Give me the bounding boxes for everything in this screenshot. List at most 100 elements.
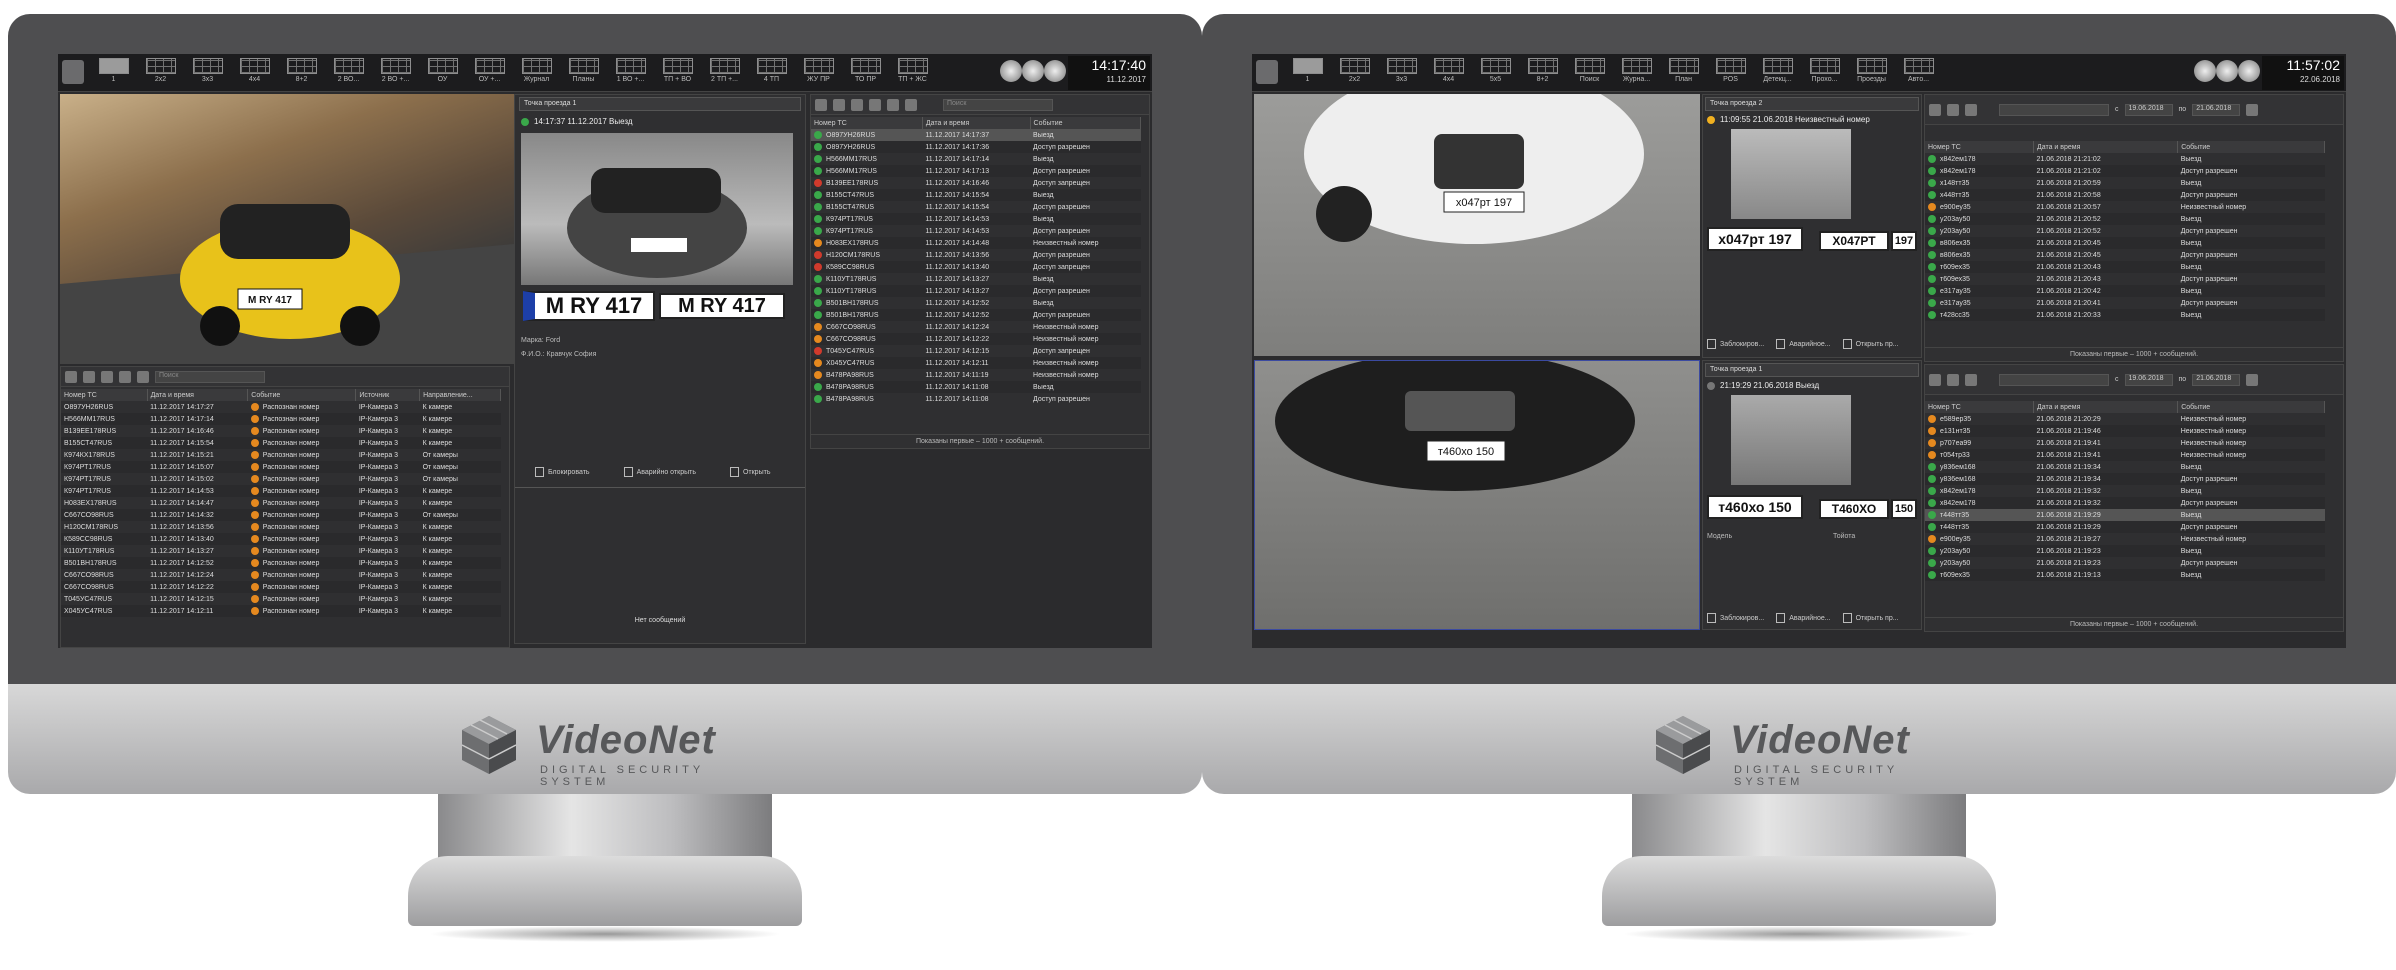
export-icon[interactable] — [887, 98, 899, 111]
layout-button[interactable]: Журнал — [515, 58, 558, 88]
table-row[interactable]: В501ВН178RUS 11.12.2017 14:12:52 Доступ ра… — [811, 309, 1141, 321]
table-row[interactable]: х842ем178 21.06.2018 21:19:32 Доступ разре… — [1925, 497, 2325, 509]
column-header[interactable]: Номер ТС — [1925, 401, 2034, 413]
table-row[interactable]: О897УН26RUS 11.12.2017 14:17:37 Выезд — [811, 129, 1141, 141]
settings-icon[interactable] — [905, 98, 917, 111]
footer-count[interactable]: 1000 — [2136, 351, 2152, 358]
block-button[interactable]: Заблокиров... — [1707, 339, 1764, 349]
back-icon[interactable] — [101, 370, 113, 383]
table-row[interactable]: х148тт35 21.06.2018 21:20:59 Выезд — [1925, 177, 2325, 189]
network-icon[interactable] — [1022, 60, 1044, 82]
emergency-open-button[interactable]: Аварийное... — [1776, 613, 1831, 623]
table-row[interactable]: у203ау50 21.06.2018 21:19:23 Доступ разреш… — [1925, 557, 2325, 569]
forward-icon[interactable] — [1947, 103, 1959, 116]
layout-button[interactable]: 4 ТП — [750, 58, 793, 88]
table-row[interactable]: х842ем178 21.06.2018 21:21:02 Доступ разре… — [1925, 165, 2325, 177]
layout-button[interactable]: 5x5 — [1474, 58, 1517, 88]
table-row[interactable]: т609ех35 21.06.2018 21:19:13 Выезд — [1925, 569, 2325, 581]
camera-view[interactable]: M RY 417 — [60, 94, 514, 364]
table-row[interactable]: В501ВН178RUS 11.12.2017 14:12:52 Распознан… — [61, 557, 501, 569]
search-input[interactable]: Поиск — [943, 98, 1053, 111]
app-logo-icon[interactable] — [62, 60, 84, 84]
filter-icon[interactable] — [65, 370, 77, 383]
table-row[interactable]: у203ау50 21.06.2018 21:20:52 Выезд — [1925, 213, 2325, 225]
layout-button[interactable]: ЖУ ПР — [797, 58, 840, 88]
table-row[interactable]: К974РТ17RUS 11.12.2017 14:14:53 Выезд — [811, 213, 1141, 225]
table-row[interactable]: Н566ММ17RUS 11.12.2017 14:17:14 Распознан … — [61, 413, 501, 425]
table-row[interactable]: х842ем178 21.06.2018 21:21:02 Выезд — [1925, 153, 2325, 165]
table-row[interactable]: е317ау35 21.06.2018 21:20:41 Доступ разреш… — [1925, 297, 2325, 309]
table-row[interactable]: Н566ММ17RUS 11.12.2017 14:17:13 Доступ раз… — [811, 165, 1141, 177]
table-row[interactable]: Н083ЕХ178RUS 11.12.2017 14:14:47 Распознан… — [61, 497, 501, 509]
footer-count[interactable]: 1000 — [2136, 621, 2152, 628]
table-row[interactable]: К974РТ17RUS 11.12.2017 14:14:53 Доступ раз… — [811, 225, 1141, 237]
block-button[interactable]: Заблокиров... — [1707, 613, 1764, 623]
table-row[interactable]: К589СС98RUS 11.12.2017 14:13:40 Распознан … — [61, 533, 501, 545]
layout-button[interactable]: ТП + ВО — [656, 58, 699, 88]
column-header[interactable]: Номер ТС — [1925, 141, 2034, 153]
camera-view-bottom[interactable]: т460хо 150 — [1254, 360, 1700, 630]
table-row[interactable]: т609ех35 21.06.2018 21:20:43 Выезд — [1925, 261, 2325, 273]
open-button[interactable]: Открыть пр... — [1842, 613, 1899, 623]
table-row[interactable]: В139ЕЕ178RUS 11.12.2017 14:16:46 Доступ за… — [811, 177, 1141, 189]
table-row[interactable]: К110УТ178RUS 11.12.2017 14:13:27 Доступ ра… — [811, 285, 1141, 297]
column-header[interactable]: Номер ТС — [61, 389, 148, 401]
plate-search-input[interactable] — [1999, 103, 2109, 116]
column-header[interactable]: Событие — [247, 389, 357, 401]
checkpoint-camera[interactable] — [1731, 129, 1851, 219]
layout-button[interactable]: Планы — [562, 58, 605, 88]
table-row[interactable]: Н120СМ178RUS 11.12.2017 14:13:56 Доступ ра… — [811, 249, 1141, 261]
table-row[interactable]: С667СО98RUS 11.12.2017 14:12:24 Распознан … — [61, 569, 501, 581]
table-row[interactable]: В155СТ47RUS 11.12.2017 14:15:54 Доступ раз… — [811, 201, 1141, 213]
table-row[interactable]: К110УТ178RUS 11.12.2017 14:13:27 Распознан… — [61, 545, 501, 557]
table-row[interactable]: т054тр33 21.06.2018 21:19:41 Неизвестный н… — [1925, 449, 2325, 461]
layout-button[interactable]: План — [1662, 58, 1705, 88]
network-icon[interactable] — [2216, 60, 2238, 82]
layout-button[interactable]: Проезды — [1850, 58, 1893, 88]
column-header[interactable]: Дата и время — [147, 389, 249, 401]
refresh-icon[interactable] — [1965, 373, 1977, 386]
search-input[interactable]: Поиск — [155, 370, 265, 383]
back-icon[interactable] — [1929, 103, 1941, 116]
layout-button[interactable]: Поиск — [1568, 58, 1611, 88]
table-row[interactable]: С667СО98RUS 11.12.2017 14:14:32 Распознан … — [61, 509, 501, 521]
refresh-icon[interactable] — [869, 98, 881, 111]
filter-icon[interactable] — [2246, 373, 2259, 386]
table-row[interactable]: О897УН26RUS 11.12.2017 14:17:27 Распознан … — [61, 401, 501, 413]
table-row[interactable]: В155СТ47RUS 11.12.2017 14:15:54 Выезд — [811, 189, 1141, 201]
checkpoint-camera[interactable] — [521, 133, 793, 285]
table-row[interactable]: О897УН26RUS 11.12.2017 14:17:36 Доступ раз… — [811, 141, 1141, 153]
table-row[interactable]: у203ау50 21.06.2018 21:19:23 Выезд — [1925, 545, 2325, 557]
table-row[interactable]: Н566ММ17RUS 11.12.2017 14:17:14 Выезд — [811, 153, 1141, 165]
refresh-icon[interactable] — [137, 370, 149, 383]
table-row[interactable]: в806ех35 21.06.2018 21:20:45 Выезд — [1925, 237, 2325, 249]
table-row[interactable]: С667СО98RUS 11.12.2017 14:12:22 Неизвестны… — [811, 333, 1141, 345]
table-row[interactable]: е317ау35 21.06.2018 21:20:42 Выезд — [1925, 285, 2325, 297]
layout-button[interactable]: 8+2 — [280, 58, 323, 88]
table-row[interactable]: в806ех35 21.06.2018 21:20:45 Доступ разреш… — [1925, 249, 2325, 261]
table-row[interactable]: К110УТ178RUS 11.12.2017 14:13:27 Выезд — [811, 273, 1141, 285]
table-row[interactable]: т428сс35 21.06.2018 21:20:33 Выезд — [1925, 309, 2325, 321]
table-row[interactable]: у836ем168 21.06.2018 21:19:34 Выезд — [1925, 461, 2325, 473]
date-from-input[interactable]: 19.06.2018 — [2124, 103, 2173, 116]
forward-icon[interactable] — [851, 98, 863, 111]
table-row[interactable]: Т045УС47RUS 11.12.2017 14:12:15 Распознан … — [61, 593, 501, 605]
open-button[interactable]: Открыть — [729, 467, 770, 477]
table-row[interactable]: е900еу35 21.06.2018 21:19:27 Неизвестный н… — [1925, 533, 2325, 545]
table-row[interactable]: К974РТ17RUS 11.12.2017 14:14:53 Распознан … — [61, 485, 501, 497]
layout-button[interactable]: Детекц... — [1756, 58, 1799, 88]
layout-button[interactable]: 2 ВО... — [327, 58, 370, 88]
table-row[interactable]: у203ау50 21.06.2018 21:20:52 Доступ разреш… — [1925, 225, 2325, 237]
table-row[interactable]: К974РТ17RUS 11.12.2017 14:15:02 Распознан … — [61, 473, 501, 485]
layout-button[interactable]: ОУ — [421, 58, 464, 88]
globe-icon[interactable] — [2238, 60, 2260, 82]
layout-button[interactable]: 2 ВО +... — [374, 58, 417, 88]
table-row[interactable]: е900еу35 21.06.2018 21:20:57 Неизвестный н… — [1925, 201, 2325, 213]
table-row[interactable]: К974КХ178RUS 11.12.2017 14:15:21 Распознан… — [61, 449, 501, 461]
forward-icon[interactable] — [119, 370, 131, 383]
table-row[interactable]: т448тт35 21.06.2018 21:19:29 Доступ разреш… — [1925, 521, 2325, 533]
checkpoint-camera[interactable] — [1731, 395, 1851, 485]
globe-icon[interactable] — [1044, 60, 1066, 82]
table-row[interactable]: р707еа99 21.06.2018 21:19:41 Неизвестный н… — [1925, 437, 2325, 449]
refresh-icon[interactable] — [1965, 103, 1977, 116]
